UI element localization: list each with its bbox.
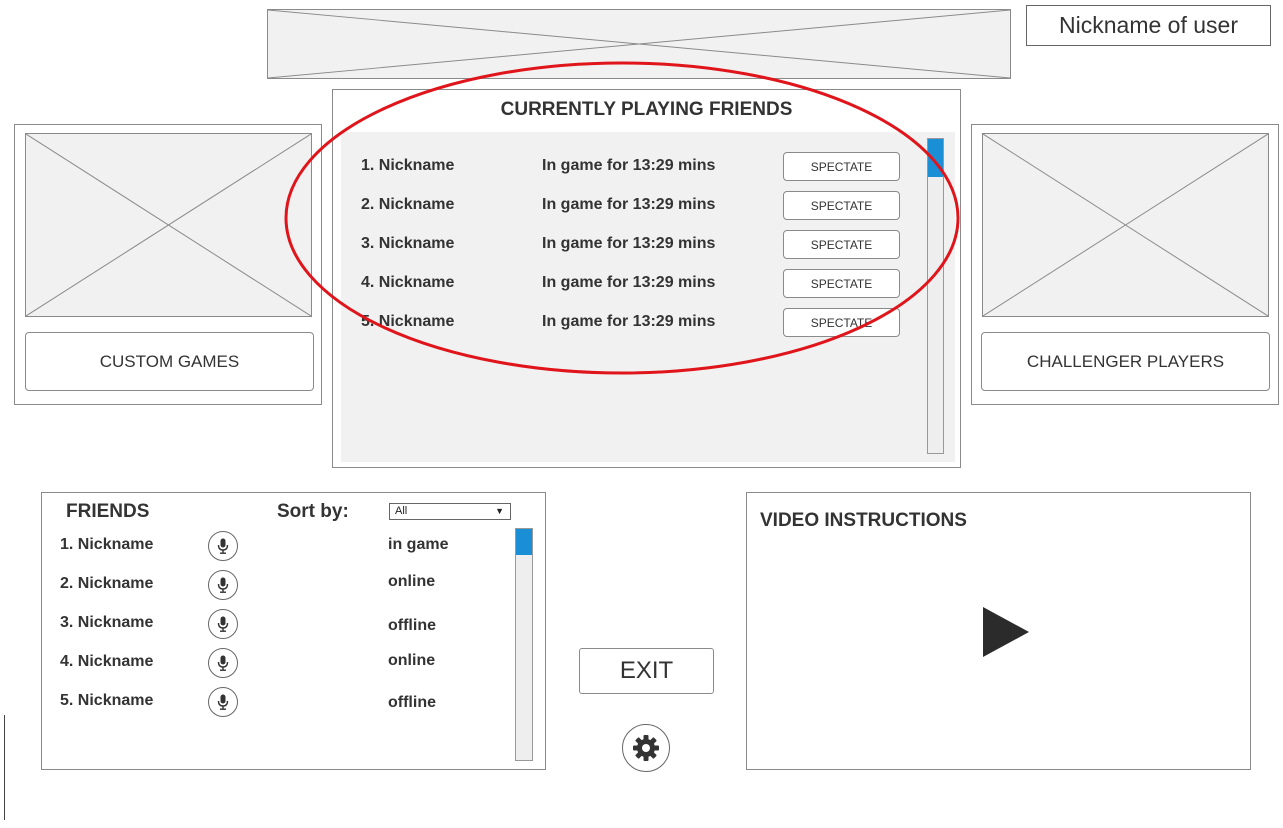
playing-row-name: 1. Nickname bbox=[361, 157, 455, 174]
currently-playing-list: 1. Nickname In game for 13:29 mins SPECTAT… bbox=[341, 132, 955, 462]
challenger-players-button[interactable]: CHALLENGER PLAYERS bbox=[981, 332, 1270, 391]
playing-row-status: In game for 13:29 mins bbox=[542, 313, 716, 330]
spectate-label: SPECTATE bbox=[810, 276, 873, 291]
friend-name: 2. Nickname bbox=[60, 575, 154, 592]
playing-row-status: In game for 13:29 mins bbox=[542, 196, 716, 213]
spectate-button[interactable]: SPECTATE bbox=[783, 152, 900, 181]
left-edge-line bbox=[4, 715, 5, 820]
microphone-icon bbox=[217, 655, 229, 671]
currently-playing-title: CURRENTLY PLAYING FRIENDS bbox=[500, 99, 793, 120]
friend-name: 3. Nickname bbox=[60, 614, 154, 631]
playing-row-status: In game for 13:29 mins bbox=[542, 274, 716, 291]
playing-rows: 1. Nickname In game for 13:29 mins SPECTAT… bbox=[341, 132, 921, 462]
playing-scrollbar[interactable] bbox=[927, 138, 944, 454]
playing-row-name: 5. Nickname bbox=[361, 313, 455, 330]
voice-chat-button[interactable] bbox=[208, 609, 238, 639]
voice-chat-button[interactable] bbox=[208, 531, 238, 561]
exit-button[interactable]: EXIT bbox=[579, 648, 714, 694]
spectate-button[interactable]: SPECTATE bbox=[783, 230, 900, 259]
microphone-icon bbox=[217, 577, 229, 593]
playing-scrollbar-thumb[interactable] bbox=[928, 139, 943, 177]
challenger-players-image-placeholder bbox=[982, 133, 1269, 317]
playing-row-name: 2. Nickname bbox=[361, 196, 455, 213]
spectate-label: SPECTATE bbox=[810, 237, 873, 252]
challenger-players-card: CHALLENGER PLAYERS bbox=[971, 124, 1279, 405]
playing-row-name: 4. Nickname bbox=[361, 274, 455, 291]
friends-panel: FRIENDS Sort by: All ▼ 1. Nickname in gam… bbox=[41, 492, 546, 770]
microphone-icon bbox=[217, 616, 229, 632]
friend-status: offline bbox=[388, 617, 436, 634]
friends-rows: 1. Nickname in game 2. Nickname online 3. Ni… bbox=[42, 493, 512, 763]
friend-status: online bbox=[388, 573, 436, 590]
voice-chat-button[interactable] bbox=[208, 687, 238, 717]
voice-chat-button[interactable] bbox=[208, 648, 238, 678]
friend-name: 5. Nickname bbox=[60, 692, 154, 709]
video-instructions-title: VIDEO INSTRUCTIONS bbox=[760, 510, 967, 531]
friend-status: offline bbox=[388, 694, 436, 711]
custom-games-button[interactable]: CUSTOM GAMES bbox=[25, 332, 314, 391]
banner-image-placeholder bbox=[267, 9, 1011, 79]
friend-status: in game bbox=[388, 536, 449, 553]
friend-status: online bbox=[388, 652, 436, 669]
friends-scrollbar[interactable] bbox=[515, 528, 533, 761]
custom-games-label: CUSTOM GAMES bbox=[99, 351, 240, 371]
playing-row-status: In game for 13:29 mins bbox=[542, 157, 716, 174]
spectate-button[interactable]: SPECTATE bbox=[783, 191, 900, 220]
gear-icon bbox=[633, 735, 659, 761]
spectate-label: SPECTATE bbox=[810, 315, 873, 330]
exit-label: EXIT bbox=[619, 657, 674, 684]
microphone-icon bbox=[217, 538, 229, 554]
friend-name: 1. Nickname bbox=[60, 536, 154, 553]
spectate-label: SPECTATE bbox=[810, 198, 873, 213]
user-nickname-text: Nickname of user bbox=[1059, 12, 1238, 38]
spectate-label: SPECTATE bbox=[810, 159, 873, 174]
friend-name: 4. Nickname bbox=[60, 653, 154, 670]
currently-playing-panel: CURRENTLY PLAYING FRIENDS 1. Nickname In … bbox=[332, 89, 961, 468]
user-nickname[interactable]: Nickname of user bbox=[1026, 5, 1271, 46]
settings-button[interactable] bbox=[622, 724, 670, 772]
voice-chat-button[interactable] bbox=[208, 570, 238, 600]
friends-scrollbar-thumb[interactable] bbox=[516, 529, 532, 555]
play-icon[interactable] bbox=[983, 607, 1029, 657]
custom-games-card: CUSTOM GAMES bbox=[14, 124, 322, 405]
spectate-button[interactable]: SPECTATE bbox=[783, 308, 900, 337]
microphone-icon bbox=[217, 694, 229, 710]
spectate-button[interactable]: SPECTATE bbox=[783, 269, 900, 298]
video-instructions-panel[interactable]: VIDEO INSTRUCTIONS bbox=[746, 492, 1251, 770]
playing-row-name: 3. Nickname bbox=[361, 235, 455, 252]
playing-row-status: In game for 13:29 mins bbox=[542, 235, 716, 252]
custom-games-image-placeholder bbox=[25, 133, 312, 317]
challenger-players-label: CHALLENGER PLAYERS bbox=[1026, 351, 1225, 371]
